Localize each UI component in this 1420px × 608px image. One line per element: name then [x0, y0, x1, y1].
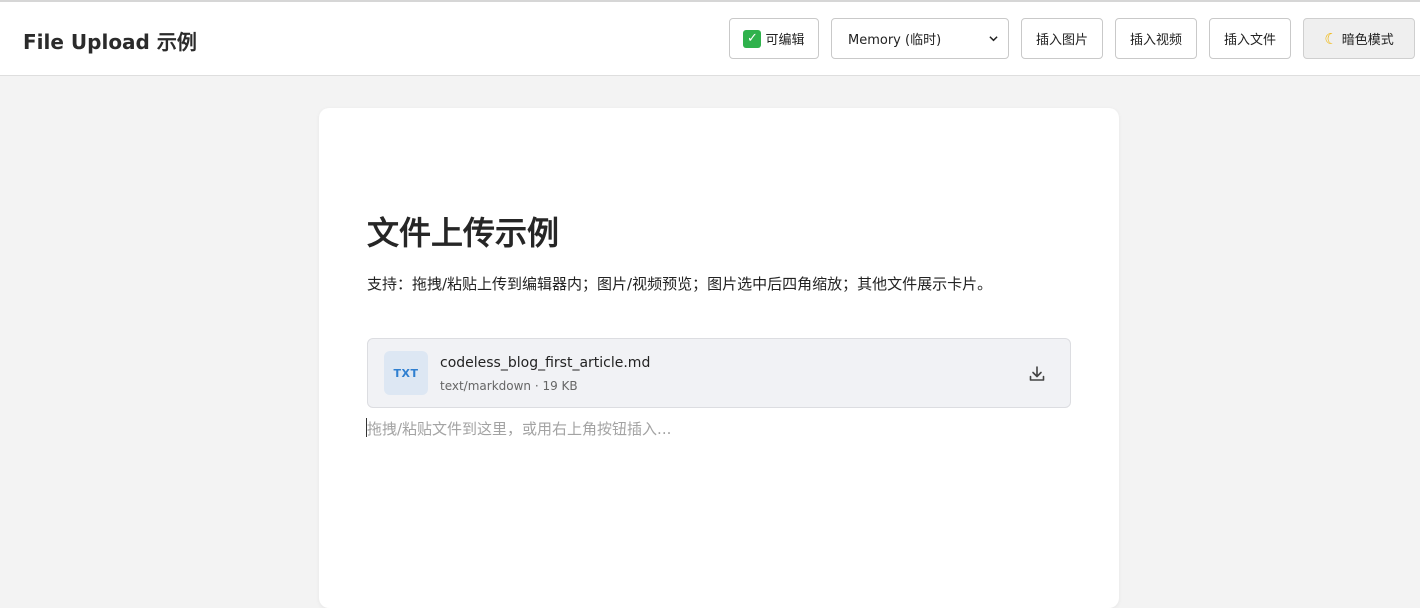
check-box-icon: ✓ [743, 29, 762, 48]
insert-video-button[interactable]: 插入视频 [1115, 18, 1197, 59]
editable-toggle-button[interactable]: ✓ 可编辑 [729, 18, 819, 59]
storage-select-value: Memory (临时) [848, 33, 942, 48]
insert-file-button[interactable]: 插入文件 [1209, 18, 1291, 59]
moon-icon: ☾ [1324, 29, 1338, 48]
file-name: codeless_blog_first_article.md [440, 355, 651, 371]
editable-label: 可编辑 [765, 33, 805, 48]
editor-placeholder[interactable]: 拖拽/粘贴文件到这里，或用右上角按钮插入... [367, 418, 671, 439]
dark-mode-button[interactable]: ☾ 暗色模式 [1303, 18, 1415, 59]
toolbar: File Upload 示例 ✓ 可编辑 Memory (临时) 插入图片 插入… [0, 2, 1420, 76]
download-button[interactable] [1026, 363, 1048, 385]
file-meta: text/markdown · 19 KB [440, 379, 578, 393]
chevron-down-icon [989, 36, 998, 42]
document-description[interactable]: 支持：拖拽/粘贴上传到编辑器内；图片/视频预览；图片选中后四角缩放；其他文件展示… [367, 273, 992, 294]
editor-card: 文件上传示例 支持：拖拽/粘贴上传到编辑器内；图片/视频预览；图片选中后四角缩放… [319, 108, 1119, 608]
storage-select[interactable]: Memory (临时) [831, 18, 1009, 59]
document-title[interactable]: 文件上传示例 [367, 208, 559, 254]
insert-image-button[interactable]: 插入图片 [1021, 18, 1103, 59]
app-title: File Upload 示例 [23, 30, 197, 54]
file-type-badge: TXT [384, 351, 428, 395]
file-attachment-card[interactable]: TXT codeless_blog_first_article.md text/… [367, 338, 1071, 408]
dark-mode-label: 暗色模式 [1341, 33, 1394, 48]
download-icon [1029, 366, 1045, 381]
